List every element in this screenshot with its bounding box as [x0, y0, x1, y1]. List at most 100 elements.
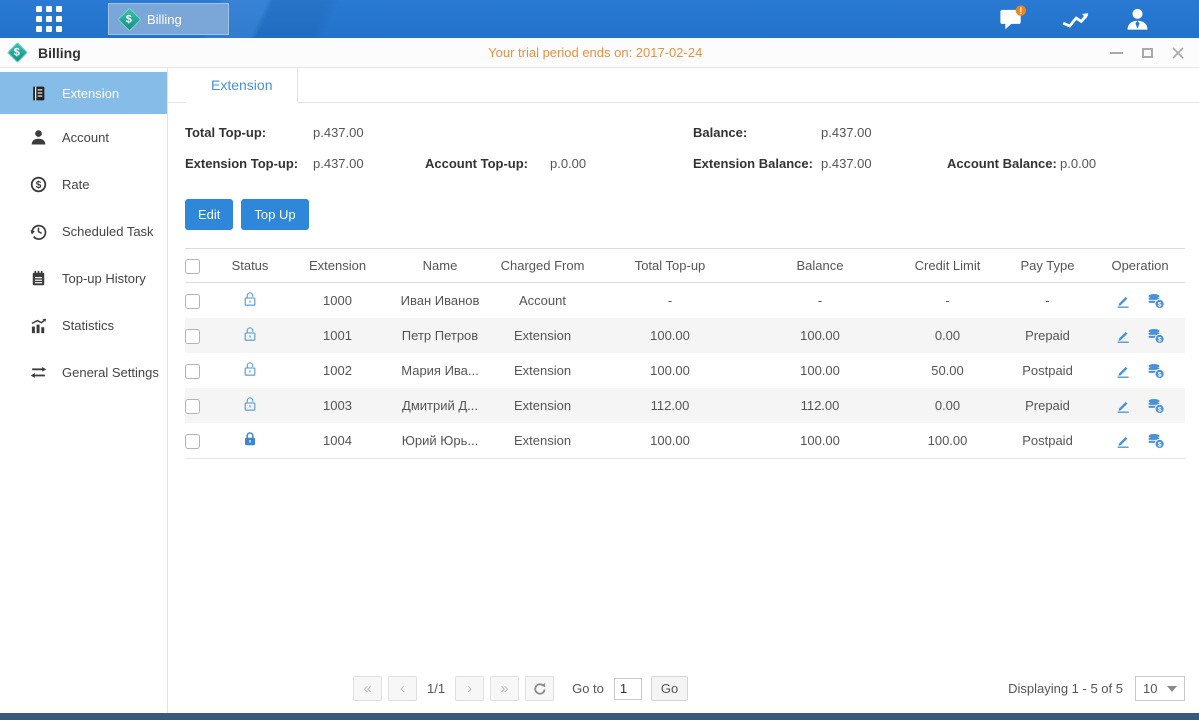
row-checkbox[interactable] [185, 364, 200, 379]
billing-diamond-icon: $ [117, 7, 141, 31]
status-lock-icon [242, 431, 258, 447]
cell-balance: 100.00 [745, 433, 895, 448]
cell-total-topup: 100.00 [595, 328, 745, 343]
sidebar-item-rate[interactable]: $ Rate [0, 161, 167, 208]
status-lock-icon [242, 291, 258, 307]
sidebar-item-extension[interactable]: Extension [0, 72, 167, 114]
table-row: 1001 Петр Петров Extension 100.00 100.00… [185, 318, 1185, 353]
cell-balance: 112.00 [745, 398, 895, 413]
sidebar-item-general-settings[interactable]: General Settings [0, 349, 167, 396]
cell-name: Мария Ива... [390, 363, 490, 378]
minimize-button[interactable] [1109, 46, 1123, 60]
billing-app-tab-label: Billing [147, 12, 182, 27]
column-header-pay-type: Pay Type [1000, 258, 1095, 273]
app-grid-icon[interactable] [36, 6, 62, 32]
row-checkbox[interactable] [185, 434, 200, 449]
cell-extension: 1004 [285, 433, 390, 448]
svg-text:!: ! [1019, 6, 1022, 16]
sidebar-item-account[interactable]: Account [0, 114, 167, 161]
sidebar-item-scheduled-task[interactable]: Scheduled Task [0, 208, 167, 255]
page-indicator: 1/1 [427, 681, 445, 696]
cell-balance: - [745, 293, 895, 308]
sidebar-item-label: Account [62, 130, 109, 145]
cell-charged-from: Extension [490, 433, 595, 448]
extension-balance-value: p.437.00 [821, 156, 872, 171]
trial-notice: Your trial period ends on: 2017-02-24 [488, 45, 702, 60]
cell-total-topup: 100.00 [595, 433, 745, 448]
bar-chart-icon [30, 317, 47, 334]
top-up-row-icon[interactable]: $ [1147, 397, 1165, 415]
prev-page-button[interactable]: ‹ [388, 676, 417, 701]
status-lock-icon [242, 361, 258, 377]
ledger-icon [30, 85, 47, 102]
transfer-arrows-icon [30, 364, 47, 381]
cell-pay-type: Prepaid [1000, 328, 1095, 343]
column-header-extension: Extension [285, 258, 390, 273]
top-up-row-icon[interactable]: $ [1147, 362, 1165, 380]
bottom-edge-strip [0, 713, 1199, 720]
page-input[interactable] [614, 678, 642, 700]
close-button[interactable] [1171, 46, 1185, 60]
sidebar-item-statistics[interactable]: Statistics [0, 302, 167, 349]
edit-row-icon[interactable] [1115, 363, 1131, 379]
line-chart-icon[interactable] [1061, 5, 1090, 34]
cell-name: Иван Иванов [390, 293, 490, 308]
top-up-button[interactable]: Top Up [241, 199, 308, 230]
cell-balance: 100.00 [745, 363, 895, 378]
account-topup-value: p.0.00 [550, 156, 586, 171]
cell-pay-type: Prepaid [1000, 398, 1095, 413]
main-content: Extension Total Top-up: p.437.00 Balance… [168, 68, 1199, 713]
sidebar-item-label: Rate [62, 177, 89, 192]
tab-extension[interactable]: Extension [186, 68, 298, 103]
cell-extension: 1000 [285, 293, 390, 308]
cell-charged-from: Account [490, 293, 595, 308]
table-header-row: Status Extension Name Charged From Total… [185, 248, 1185, 283]
column-header-operation: Operation [1095, 258, 1185, 273]
next-page-button[interactable]: › [455, 676, 484, 701]
status-lock-icon [242, 326, 258, 342]
row-checkbox[interactable] [185, 329, 200, 344]
top-up-row-icon[interactable]: $ [1147, 292, 1165, 310]
sidebar-item-label: General Settings [62, 365, 159, 380]
row-checkbox[interactable] [185, 399, 200, 414]
status-lock-icon [242, 396, 258, 412]
sidebar-item-label: Scheduled Task [62, 224, 154, 239]
total-topup-label: Total Top-up: [185, 125, 266, 140]
refresh-button[interactable] [525, 676, 554, 701]
top-up-row-icon[interactable]: $ [1147, 432, 1165, 450]
sidebar-item-topup-history[interactable]: Top-up History [0, 255, 167, 302]
maximize-button[interactable] [1140, 46, 1154, 60]
edit-button[interactable]: Edit [185, 199, 233, 230]
edit-row-icon[interactable] [1115, 433, 1131, 449]
messages-icon[interactable]: ! [999, 5, 1027, 33]
edit-row-icon[interactable] [1115, 398, 1131, 414]
edit-row-icon[interactable] [1115, 293, 1131, 309]
svg-text:$: $ [1158, 301, 1162, 308]
user-icon[interactable] [1124, 6, 1151, 33]
billing-app-tab[interactable]: $ Billing [108, 3, 229, 35]
cell-name: Петр Петров [390, 328, 490, 343]
svg-text:$: $ [1158, 406, 1162, 413]
cell-total-topup: - [595, 293, 745, 308]
notebook-icon [30, 270, 47, 287]
first-page-button[interactable]: « [353, 676, 382, 701]
table-row: 1003 Дмитрий Д... Extension 112.00 112.0… [185, 388, 1185, 423]
tab-bar: Extension [168, 68, 1199, 103]
edit-row-icon[interactable] [1115, 328, 1131, 344]
table-row: 1000 Иван Иванов Account - - - - $ [185, 283, 1185, 318]
table-row: 1002 Мария Ива... Extension 100.00 100.0… [185, 353, 1185, 388]
cell-credit-limit: 50.00 [895, 363, 1000, 378]
select-all-checkbox[interactable] [185, 259, 200, 274]
cell-credit-limit: 0.00 [895, 328, 1000, 343]
sidebar-item-label: Top-up History [62, 271, 146, 286]
row-checkbox[interactable] [185, 294, 200, 309]
account-balance-value: p.0.00 [1060, 156, 1096, 171]
last-page-button[interactable]: » [490, 676, 519, 701]
sidebar-item-label: Statistics [62, 318, 114, 333]
column-header-charged-from: Charged From [490, 258, 595, 273]
account-balance-label: Account Balance: [947, 156, 1057, 171]
billing-window-icon: $ [7, 42, 28, 63]
go-button[interactable]: Go [651, 676, 688, 701]
page-size-select[interactable]: 10 [1135, 676, 1185, 701]
top-up-row-icon[interactable]: $ [1147, 327, 1165, 345]
